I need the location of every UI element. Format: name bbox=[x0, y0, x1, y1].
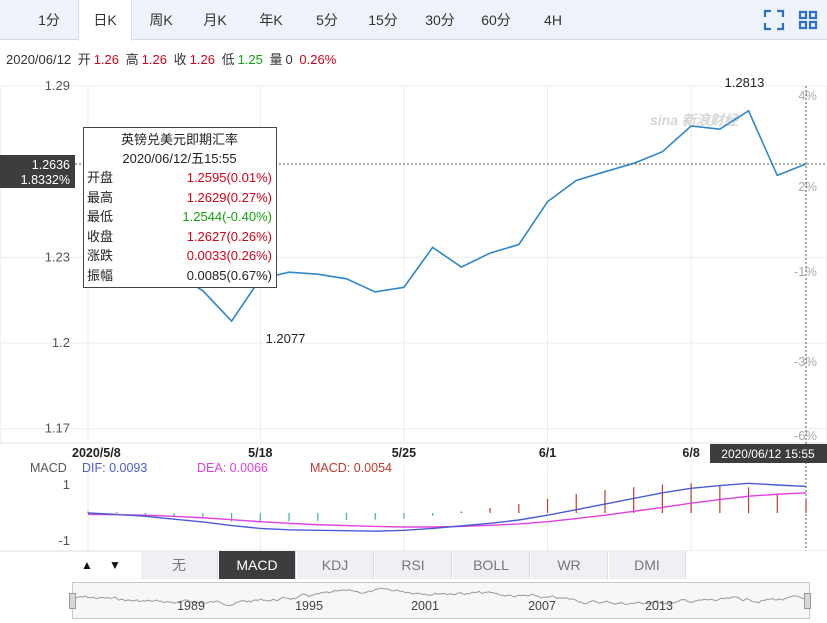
macd-y-tick: -1 bbox=[58, 533, 70, 548]
navigator-year-label: 2001 bbox=[411, 599, 439, 613]
x-tick-label: 6/1 bbox=[539, 446, 556, 460]
tooltip-datetime: 2020/06/12/五15:55 bbox=[122, 151, 237, 166]
navigator-left-handle[interactable] bbox=[69, 593, 76, 609]
tooltip-row-label: 收盘 bbox=[87, 228, 114, 244]
navigator-year-label: 2007 bbox=[528, 599, 556, 613]
macd-y-tick: 1 bbox=[63, 477, 70, 492]
navigator-right-handle[interactable] bbox=[804, 593, 811, 609]
tooltip-row: 最低 1.2544(-0.40%) bbox=[87, 207, 272, 227]
tooltip-row-value: 1.2627(0.26%) bbox=[186, 228, 272, 244]
indicator-tab-5[interactable]: WR bbox=[531, 551, 608, 579]
tooltip-row-label: 涨跌 bbox=[87, 248, 114, 263]
indicator-tab-3[interactable]: RSI bbox=[375, 551, 452, 579]
indicator-tab-0[interactable]: 无 bbox=[141, 551, 218, 579]
indicator-bar-spacer bbox=[685, 551, 827, 579]
x-tick-label: 2020/5/8 bbox=[72, 446, 121, 460]
indicator-tab-1[interactable]: MACD bbox=[219, 551, 296, 579]
indicator-tab-2[interactable]: KDJ bbox=[297, 551, 374, 579]
y-tick-label: 1.23 bbox=[45, 249, 70, 264]
y-tick-label: 1.17 bbox=[45, 421, 70, 436]
x-tick-label: 5/18 bbox=[248, 446, 272, 460]
y-pct-tick-label: 2% bbox=[798, 179, 817, 194]
navigator-year-label: 1995 bbox=[295, 599, 323, 613]
tooltip-row: 最高 1.2629(0.27%) bbox=[87, 188, 272, 208]
time-navigator[interactable]: 1989 1995 2001 2007 2013 bbox=[69, 582, 811, 619]
crosshair-pct: 1.8332% bbox=[21, 173, 70, 187]
crosshair-time: 2020/06/12 15:55 bbox=[721, 447, 815, 461]
navigator-overview: 1989 1995 2001 2007 2013 bbox=[72, 587, 810, 613]
scroll-down-icon[interactable]: ▼ bbox=[104, 554, 126, 576]
tooltip-row-label: 最高 bbox=[87, 189, 114, 205]
macd-legend-name: MACD bbox=[30, 461, 67, 475]
y-pct-tick-label: 4% bbox=[798, 88, 817, 103]
y-tick-label: 1.2 bbox=[52, 335, 70, 350]
tooltip-row-label: 开盘 bbox=[87, 170, 114, 185]
indicator-bar: ▲ ▼ 无 MACD KDJ RSI BOLL WR DMI bbox=[0, 551, 827, 579]
price-chart[interactable]: 1.291.231.21.174%2%-1%-3%-6%sina 新浪财经1.2… bbox=[0, 0, 827, 619]
x-tick-label: 5/25 bbox=[392, 446, 416, 460]
max-annotation: 1.2813 bbox=[725, 75, 765, 90]
scroll-up-icon[interactable]: ▲ bbox=[76, 554, 98, 576]
macd-legend-dea: DEA: 0.0066 bbox=[197, 461, 268, 475]
navigator-year-label: 2013 bbox=[645, 599, 673, 613]
macd-legend-dif: DIF: 0.0093 bbox=[82, 461, 147, 475]
tooltip-row-value: 1.2595(0.01%) bbox=[186, 170, 272, 185]
crosshair-price: 1.2636 bbox=[32, 158, 70, 172]
tooltip-row: 涨跌 0.0033(0.26%) bbox=[87, 246, 272, 266]
macd-legend-macd: MACD: 0.0054 bbox=[310, 461, 392, 475]
tooltip-row-label: 振幅 bbox=[87, 267, 114, 283]
data-tooltip: 英镑兑美元即期汇率 2020/06/12/五15:55 开盘 1.2595(0.0… bbox=[83, 127, 277, 288]
navigator-year-label: 1989 bbox=[177, 599, 205, 613]
min-annotation: 1.2077 bbox=[266, 331, 306, 346]
indicator-tab-6[interactable]: DMI bbox=[609, 551, 686, 579]
tooltip-row: 开盘 1.2595(0.01%) bbox=[87, 168, 272, 188]
tooltip-row-label: 最低 bbox=[87, 209, 114, 224]
tooltip-row-value: 0.0085(0.67%) bbox=[186, 267, 272, 283]
y-tick-label: 1.29 bbox=[45, 78, 70, 93]
tooltip-row: 振幅 0.0085(0.67%) bbox=[87, 266, 272, 286]
tooltip-row-value: 1.2629(0.27%) bbox=[186, 189, 272, 205]
indicator-tab-4[interactable]: BOLL bbox=[453, 551, 530, 579]
tooltip-row-value: 0.0033(0.26%) bbox=[186, 248, 272, 263]
tooltip-row-value: 1.2544(-0.40%) bbox=[182, 209, 272, 224]
tooltip-title: 英镑兑美元即期汇率 bbox=[120, 132, 238, 147]
tooltip-row: 收盘 1.2627(0.26%) bbox=[87, 227, 272, 247]
macd-dif-line bbox=[87, 482, 807, 532]
x-tick-label: 6/8 bbox=[682, 446, 699, 460]
